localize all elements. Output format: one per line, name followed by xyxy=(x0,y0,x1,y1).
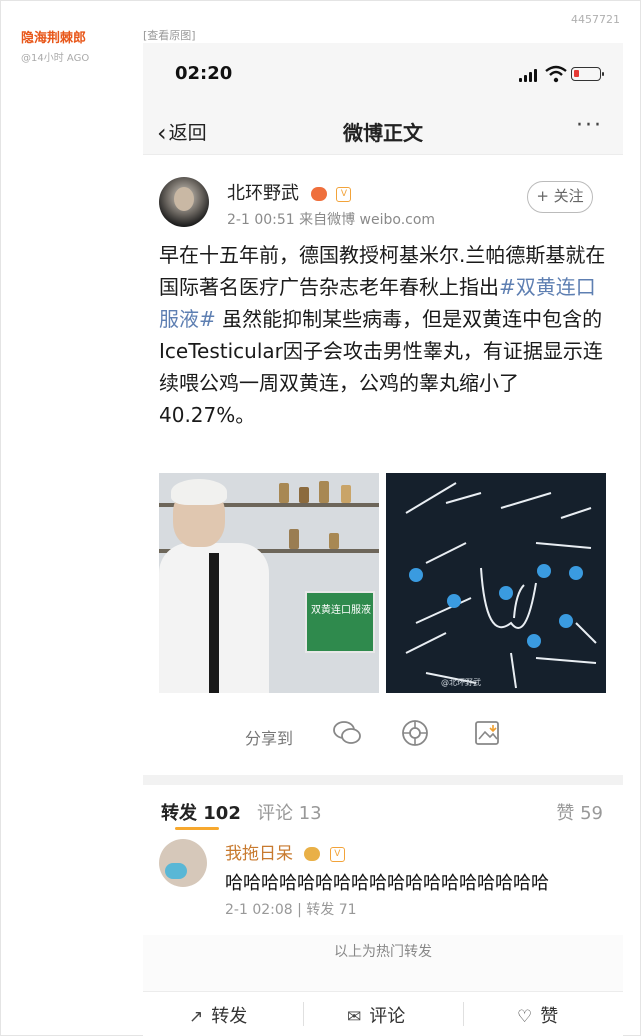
battery-icon xyxy=(571,67,604,81)
like-button[interactable]: ♡ 赞 xyxy=(517,1002,558,1028)
comment-button[interactable]: ✉ 评论 xyxy=(347,1002,405,1028)
member-badge-icon xyxy=(304,847,321,861)
page-frame: 4457721 隐海荆棘郎 @14小时 AGO [查看原图] 02:20 ‹ 返… xyxy=(0,0,641,1036)
view-original-link[interactable]: [查看原图] xyxy=(143,27,196,43)
hot-reposts-note: 以上为热门转发 xyxy=(334,944,432,960)
repost-meta: 2-1 02:08 | 转发 71 xyxy=(225,902,357,918)
repost-username[interactable]: 我拖日呆 V xyxy=(225,839,345,864)
repost-username-label: 我拖日呆 xyxy=(225,844,293,864)
wechat-icon[interactable] xyxy=(331,717,363,749)
post-id: 4457721 xyxy=(571,13,620,26)
comment-icon: ✉ xyxy=(347,1007,362,1027)
list-item: 我拖日呆 V 哈哈哈哈哈哈哈哈哈哈哈哈哈哈哈哈哈哈 2-1 02:08 | 转发… xyxy=(143,835,623,935)
repost-icon: ↗ xyxy=(189,1007,204,1027)
nav-bar: ‹ 返回 微博正文 ··· xyxy=(143,103,623,155)
share-label: 分享到 xyxy=(245,729,294,748)
active-tab-indicator xyxy=(175,827,219,830)
share-row: 分享到 xyxy=(143,713,623,753)
avatar[interactable] xyxy=(159,177,209,227)
status-bar: 02:20 xyxy=(143,43,623,103)
status-clock: 02:20 xyxy=(175,63,233,84)
post-meta: 2-1 00:51 来自微博 weibo.com xyxy=(227,212,436,228)
repost-label: 转发 xyxy=(211,1006,248,1027)
wifi-icon xyxy=(545,65,567,83)
comment-label: 评论 xyxy=(369,1006,406,1027)
medicine-box-label: 双黄连口服液 xyxy=(311,605,371,616)
signal-icon xyxy=(519,68,539,82)
follow-button[interactable]: + 关注 xyxy=(527,181,593,213)
medicine-box: 双黄连口服液 xyxy=(305,591,375,653)
repost-avatar[interactable] xyxy=(159,839,207,887)
post-image-professor[interactable]: 双黄连口服液 xyxy=(159,473,379,693)
more-options-button[interactable]: ··· xyxy=(576,113,603,138)
save-image-icon[interactable] xyxy=(471,717,503,749)
repost-button[interactable]: ↗ 转发 xyxy=(189,1002,247,1028)
author-name-link[interactable]: 隐海荆棘郎 xyxy=(21,27,89,46)
username-label: 北环野武 xyxy=(227,183,299,204)
post-text-part2: 虽然能抑制某些病毒，但是双黄连中包含的IceTesticular因子会攻击男性睾… xyxy=(159,307,603,427)
moments-icon[interactable] xyxy=(399,717,431,749)
battery-level xyxy=(574,70,579,77)
verified-badge-icon: V xyxy=(336,186,352,202)
tab-likes[interactable]: 赞 59 xyxy=(556,799,603,825)
action-bar: ↗ 转发 ✉ 评论 ♡ 赞 xyxy=(143,991,623,1036)
page-title: 微博正文 xyxy=(343,121,423,145)
tab-comment[interactable]: 评论 13 xyxy=(257,799,322,825)
tab-repost[interactable]: 转发 102 xyxy=(161,799,241,825)
weibo-post: 北环野武 V 2-1 00:51 来自微博 weibo.com + 关注 早在十… xyxy=(143,155,623,775)
divider xyxy=(303,1002,304,1026)
phone-screenshot: 02:20 ‹ 返回 微博正文 ··· 北环野武 V 2-1 00:51 来自微… xyxy=(143,43,623,1036)
post-username[interactable]: 北环野武 V xyxy=(227,179,352,205)
blackboard-drawing: @北环野武 xyxy=(405,482,597,689)
image-watermark: @北环野武 xyxy=(441,677,481,687)
repost-text: 哈哈哈哈哈哈哈哈哈哈哈哈哈哈哈哈哈哈 xyxy=(225,873,549,894)
verified-badge-icon: V xyxy=(329,846,345,862)
post-text: 早在十五年前，德国教授柯基米尔.兰帕德斯基就在国际著名医疗广告杂志老年春秋上指出… xyxy=(159,239,609,431)
divider xyxy=(463,1002,464,1026)
member-badge-icon xyxy=(310,187,327,201)
interaction-tabs: 转发 102 评论 13 赞 59 xyxy=(143,785,623,835)
post-image-blackboard[interactable]: @北环野武 xyxy=(386,473,606,693)
like-label: 赞 xyxy=(540,1006,559,1027)
section-gap xyxy=(143,775,623,785)
post-author: 隐海荆棘郎 @14小时 AGO xyxy=(21,27,89,64)
author-time: @14小时 AGO xyxy=(21,53,90,64)
thumbs-up-icon: ♡ xyxy=(517,1007,533,1027)
